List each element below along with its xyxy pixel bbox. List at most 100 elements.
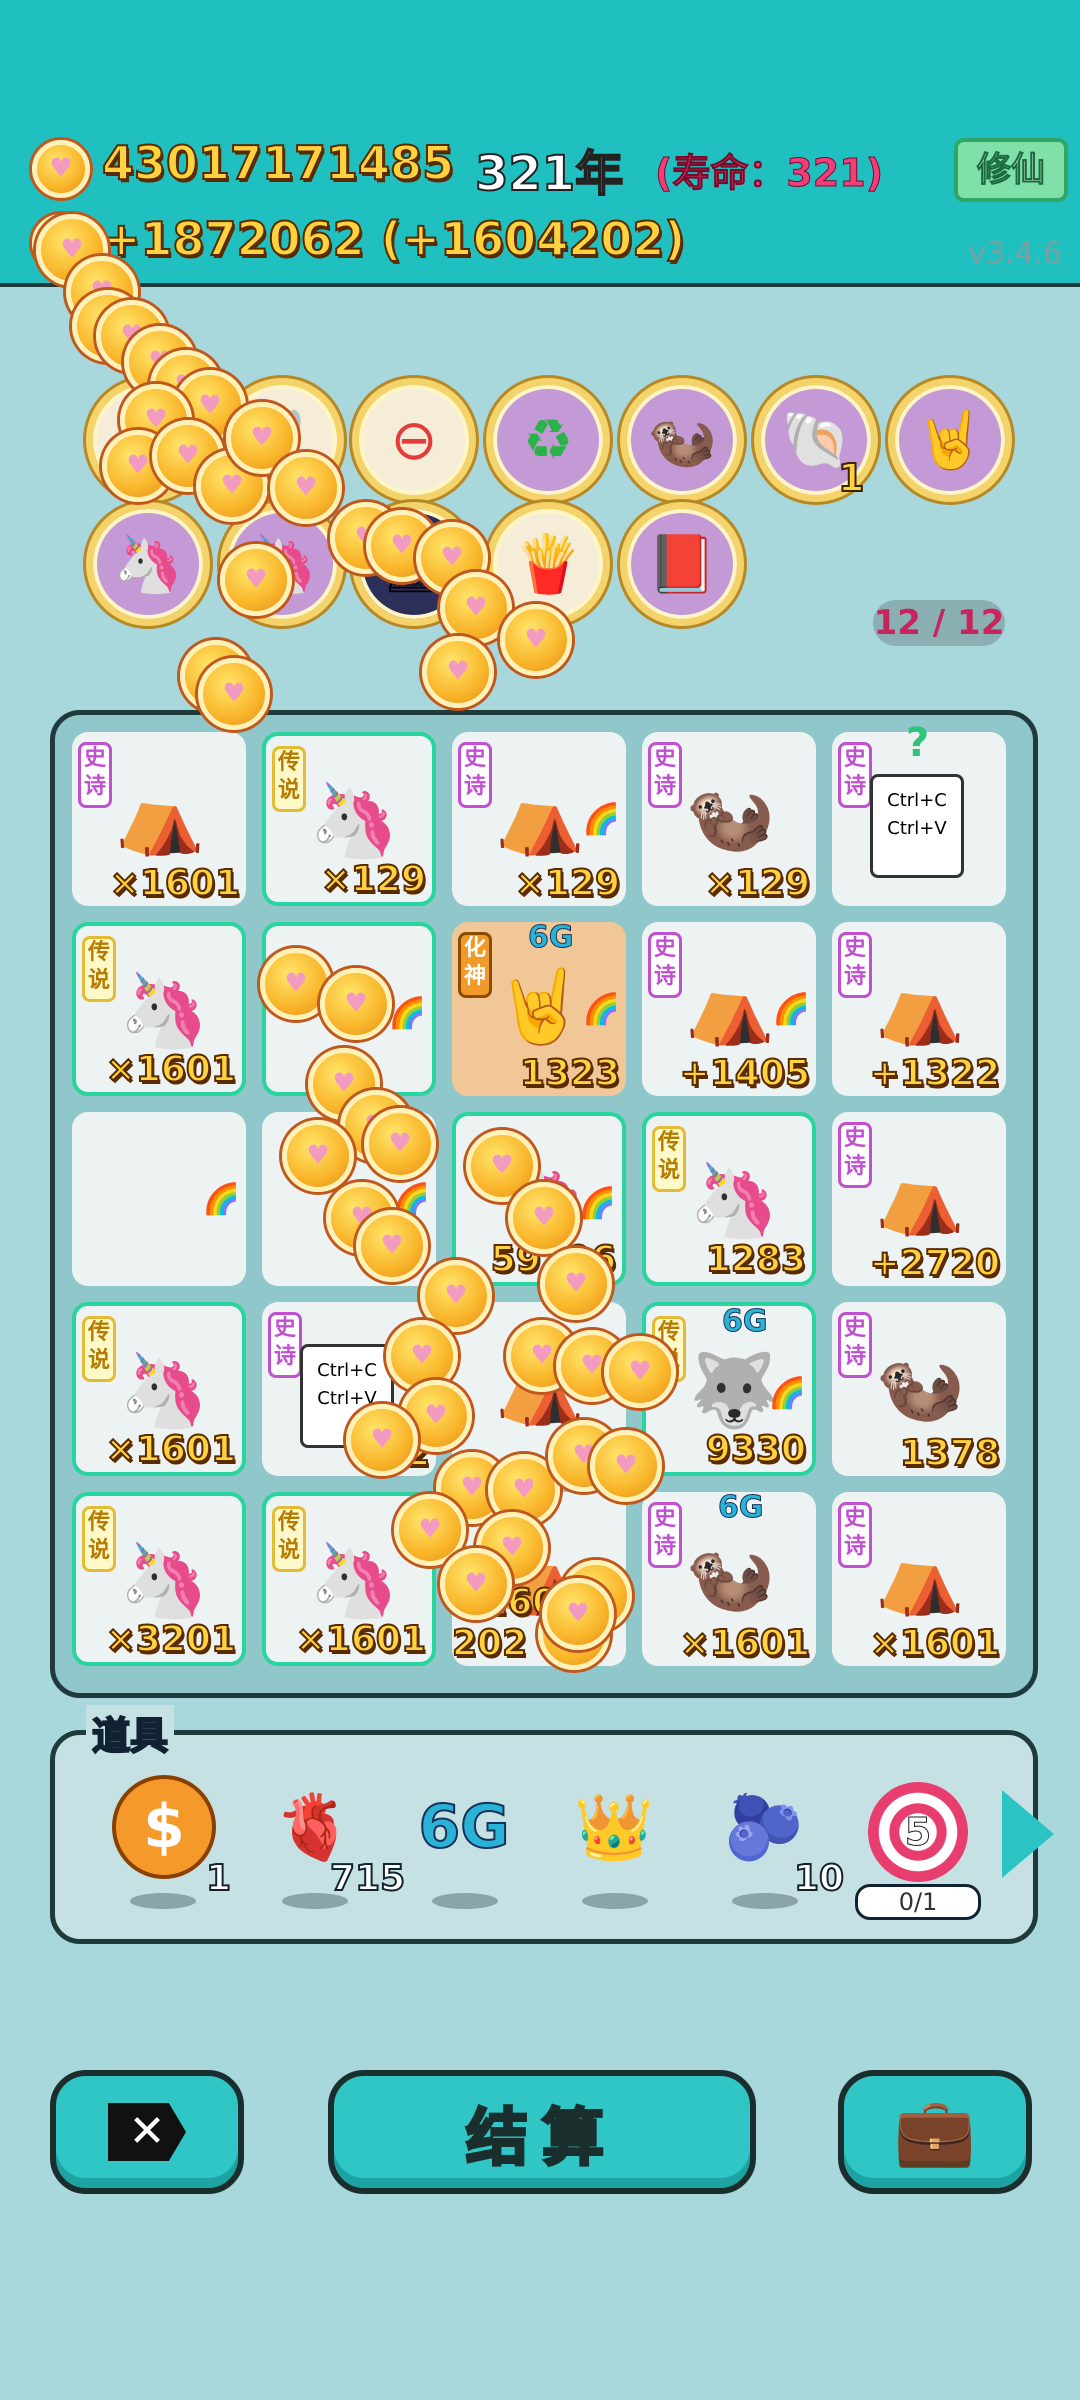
next-arrow-icon[interactable]	[1002, 1790, 1054, 1878]
board-cell[interactable]: 传说 🦄 1283	[642, 1112, 816, 1286]
target-quota: 0/1	[855, 1884, 981, 1920]
board-cell[interactable]: 史诗 ? Ctrl+C Ctrl+V	[832, 720, 1006, 906]
flying-coin-icon	[346, 1404, 418, 1476]
rarity-tag: 化神	[458, 932, 492, 998]
rarity-tag: 史诗	[648, 742, 682, 808]
cell-value: ×3201	[105, 1618, 237, 1661]
crown-icon[interactable]: 👑	[562, 1775, 666, 1879]
cell-value: ×129	[704, 862, 811, 905]
rabbit-tent-icon: ⛺	[495, 773, 585, 858]
rarity-tag: 史诗	[648, 932, 682, 998]
board-cell[interactable]: 化神 6G 🤘 🌈 1323	[452, 920, 626, 1096]
rainbow-icon: 🌈	[388, 996, 426, 1031]
question-mark: ?	[906, 720, 930, 766]
unicorn-icon: 🦄	[689, 1157, 779, 1242]
6g-badge: 6G	[718, 1490, 764, 1526]
cell-value: ×1601	[105, 1428, 237, 1471]
relic-otters[interactable]: 🦦	[620, 378, 744, 502]
liver-count: 715	[329, 1857, 406, 1900]
cell-value: ×1601	[295, 1618, 427, 1661]
flying-coin-icon	[198, 658, 270, 730]
6g-item[interactable]: 6G	[412, 1775, 516, 1879]
unicorn-icon: 🦄	[119, 967, 209, 1052]
board-cell[interactable]: 史诗 ⛺ ×1601	[72, 732, 246, 906]
board-cell[interactable]: 史诗 6G 🦦 ×1601	[642, 1490, 816, 1666]
dollar-coin-count: 1	[205, 1857, 232, 1900]
relic-recycle[interactable]: ♻	[486, 378, 610, 502]
shell-count: 1	[837, 455, 865, 501]
board-cell[interactable]: 史诗 🦦 1378	[832, 1302, 1006, 1476]
rainbow-icon: 🌈	[768, 1376, 806, 1411]
cell-value: ×1601	[869, 1622, 1001, 1665]
otter-icon: 🦦	[685, 1533, 775, 1618]
board-cell[interactable]: 史诗 ⛺ 🌈 +1405	[642, 922, 816, 1096]
rarity-tag: 史诗	[648, 1502, 682, 1568]
props-title: 道具	[86, 1705, 175, 1760]
rarity-tag: 史诗	[78, 742, 112, 808]
board-cell[interactable]: 传说 🦄 ×3201	[72, 1492, 246, 1666]
unicorn-icon: 🦄	[119, 1347, 209, 1432]
settle-label: 结算	[464, 2100, 618, 2176]
rarity-tag: 传说	[652, 1126, 686, 1192]
coin-icon	[32, 140, 90, 198]
total-coins: 43017171485	[101, 135, 455, 191]
rarity-tag: 史诗	[838, 1122, 872, 1188]
flying-coin-icon	[440, 1548, 512, 1620]
otter-icon: 🦦	[875, 1343, 965, 1428]
prop-shadow	[582, 1893, 648, 1909]
unicorn-icon: 🦄	[309, 1537, 399, 1622]
relic-minus[interactable]: ⊖	[352, 378, 476, 502]
6g-badge: 6G	[528, 920, 574, 956]
board-cell[interactable]: 🌈	[72, 1112, 246, 1286]
flying-coin-icon	[542, 1578, 614, 1650]
rainbow-icon: 🌈	[582, 992, 620, 1027]
flying-coin-icon	[282, 1120, 354, 1192]
cell-value: ×1601	[679, 1622, 811, 1665]
rainbow-icon: 🌈	[202, 1182, 240, 1217]
board-cell[interactable]: 史诗 ⛺ 🌈 ×129	[452, 732, 626, 906]
board-cell[interactable]: 史诗 🦦 ×129	[642, 732, 816, 906]
prop-shadow	[432, 1893, 498, 1909]
target-icon[interactable]: 5	[868, 1782, 968, 1882]
otter-icon: 🦦	[685, 773, 775, 858]
rabbit-tent-icon: ⛺	[875, 963, 965, 1048]
rainbow-icon: 🌈	[772, 992, 810, 1027]
flying-coin-icon	[320, 968, 392, 1040]
board-cell[interactable]: 史诗 ⛺ +1322	[832, 922, 1006, 1096]
dollar-coin-icon[interactable]: $	[112, 1775, 216, 1879]
rainbow-icon: 🌈	[582, 802, 620, 837]
exit-button[interactable]: ✕	[50, 2070, 244, 2194]
flying-coin-icon	[270, 452, 342, 524]
settle-button[interactable]: 结算	[328, 2070, 756, 2194]
cell-value: ×1601	[105, 1048, 237, 1091]
rabbit-tent-icon: ⛺	[685, 963, 775, 1048]
rarity-tag: 史诗	[268, 1312, 302, 1378]
cell-value: ×129	[514, 862, 621, 905]
rarity-tag: 史诗	[838, 1502, 872, 1568]
board-cell[interactable]: 传说 🦄 ×1601	[72, 1302, 246, 1476]
rarity-tag: 史诗	[838, 742, 872, 808]
relic-time-magazine[interactable]: 📕	[620, 502, 744, 626]
relic-unicorn-1[interactable]: 🦄	[86, 502, 210, 626]
cell-value: 1283	[705, 1238, 807, 1281]
cell-value: +1322	[869, 1052, 1001, 1095]
board-cell[interactable]: 传说 🦄 ×1601	[72, 922, 246, 1096]
cell-value: 1323	[519, 1052, 621, 1095]
rarity-tag: 传说	[272, 746, 306, 812]
unicorn-icon: 🦄	[119, 1537, 209, 1622]
flying-coin-icon	[500, 604, 572, 676]
rock-hand-icon: 🤘	[495, 963, 585, 1048]
cultivate-button[interactable]: 修仙	[954, 138, 1068, 202]
board-cell[interactable]: 史诗 ⛺ ×1601	[832, 1492, 1006, 1666]
rarity-tag: 史诗	[838, 932, 872, 998]
rarity-tag: 传说	[82, 1506, 116, 1572]
board-cell[interactable]: 传说 🦄 ×129	[262, 732, 436, 906]
inventory-button[interactable]: 💼	[838, 2070, 1032, 2194]
6g-badge: 6G	[722, 1304, 768, 1340]
rainbow-icon: 🌈	[578, 1186, 616, 1221]
relic-rock-hand[interactable]: 🤘	[888, 378, 1012, 502]
relic-slot-counter: 12 / 12	[873, 600, 1005, 646]
lifespan-label: (寿命：321)	[654, 151, 884, 196]
board-cell[interactable]: 史诗 ⛺ +2720	[832, 1112, 1006, 1286]
husky-king-icon: 🐺	[689, 1347, 779, 1432]
